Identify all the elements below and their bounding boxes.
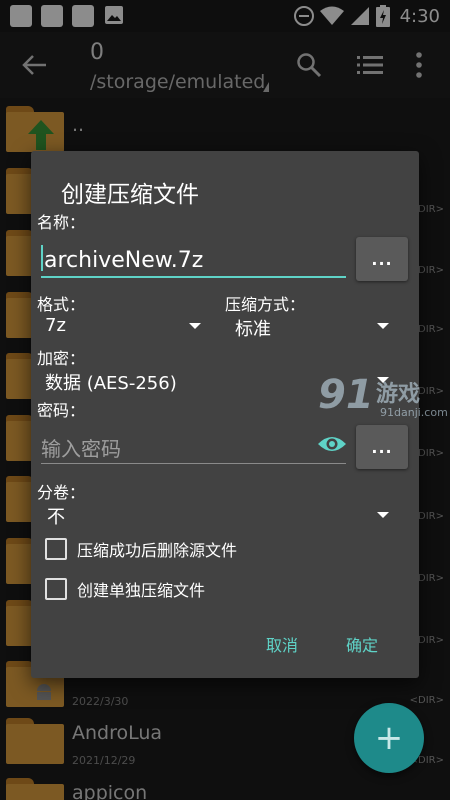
- format-label: 格式：: [37, 295, 86, 314]
- watermark-logo: 91 游戏 91danji.com: [318, 372, 448, 428]
- password-label: 密码：: [37, 401, 86, 420]
- screen: 4:30 0 /storage/emulated .. <DIR> <DIR> …: [0, 0, 450, 800]
- name-label: 名称：: [37, 213, 86, 232]
- ok-button[interactable]: 确定: [346, 632, 378, 656]
- eye-icon[interactable]: [317, 432, 347, 456]
- volume-select[interactable]: 不: [47, 503, 65, 529]
- password-field-underline: [41, 463, 346, 464]
- browse-name-button[interactable]: ...: [356, 237, 408, 281]
- chevron-down-icon[interactable]: [189, 323, 201, 329]
- text-cursor: [41, 245, 43, 271]
- separate-archive-checkbox[interactable]: [45, 578, 67, 600]
- volume-label: 分卷：: [37, 483, 86, 502]
- delete-source-checkbox[interactable]: [45, 538, 67, 560]
- watermark-name: 游戏: [376, 382, 421, 407]
- delete-source-label: 压缩成功后删除源文件: [77, 541, 238, 560]
- name-field-underline: [41, 276, 346, 278]
- password-options-button[interactable]: ...: [356, 425, 408, 469]
- method-select[interactable]: 标准: [235, 315, 271, 341]
- add-button[interactable]: +: [354, 703, 424, 773]
- encrypt-select[interactable]: 数据 (AES-256): [45, 369, 177, 395]
- separate-archive-checkbox-row[interactable]: 创建单独压缩文件: [45, 577, 205, 601]
- watermark-url: 91danji.com: [380, 406, 448, 419]
- encrypt-label: 加密：: [37, 349, 86, 368]
- password-input[interactable]: 输入密码: [41, 433, 121, 462]
- archive-name-input[interactable]: archiveNew.7z: [41, 245, 203, 273]
- separate-archive-label: 创建单独压缩文件: [77, 581, 206, 600]
- dialog-title: 创建压缩文件: [61, 182, 199, 208]
- delete-source-checkbox-row[interactable]: 压缩成功后删除源文件: [45, 537, 237, 561]
- plus-icon: +: [374, 718, 404, 758]
- chevron-down-icon[interactable]: [377, 323, 389, 329]
- format-select[interactable]: 7z: [45, 315, 66, 336]
- cancel-button[interactable]: 取消: [266, 632, 298, 656]
- watermark-number: 91: [318, 372, 374, 418]
- archive-name-value: archiveNew.7z: [44, 248, 204, 273]
- chevron-down-icon[interactable]: [377, 512, 389, 518]
- method-label: 压缩方式：: [225, 295, 306, 314]
